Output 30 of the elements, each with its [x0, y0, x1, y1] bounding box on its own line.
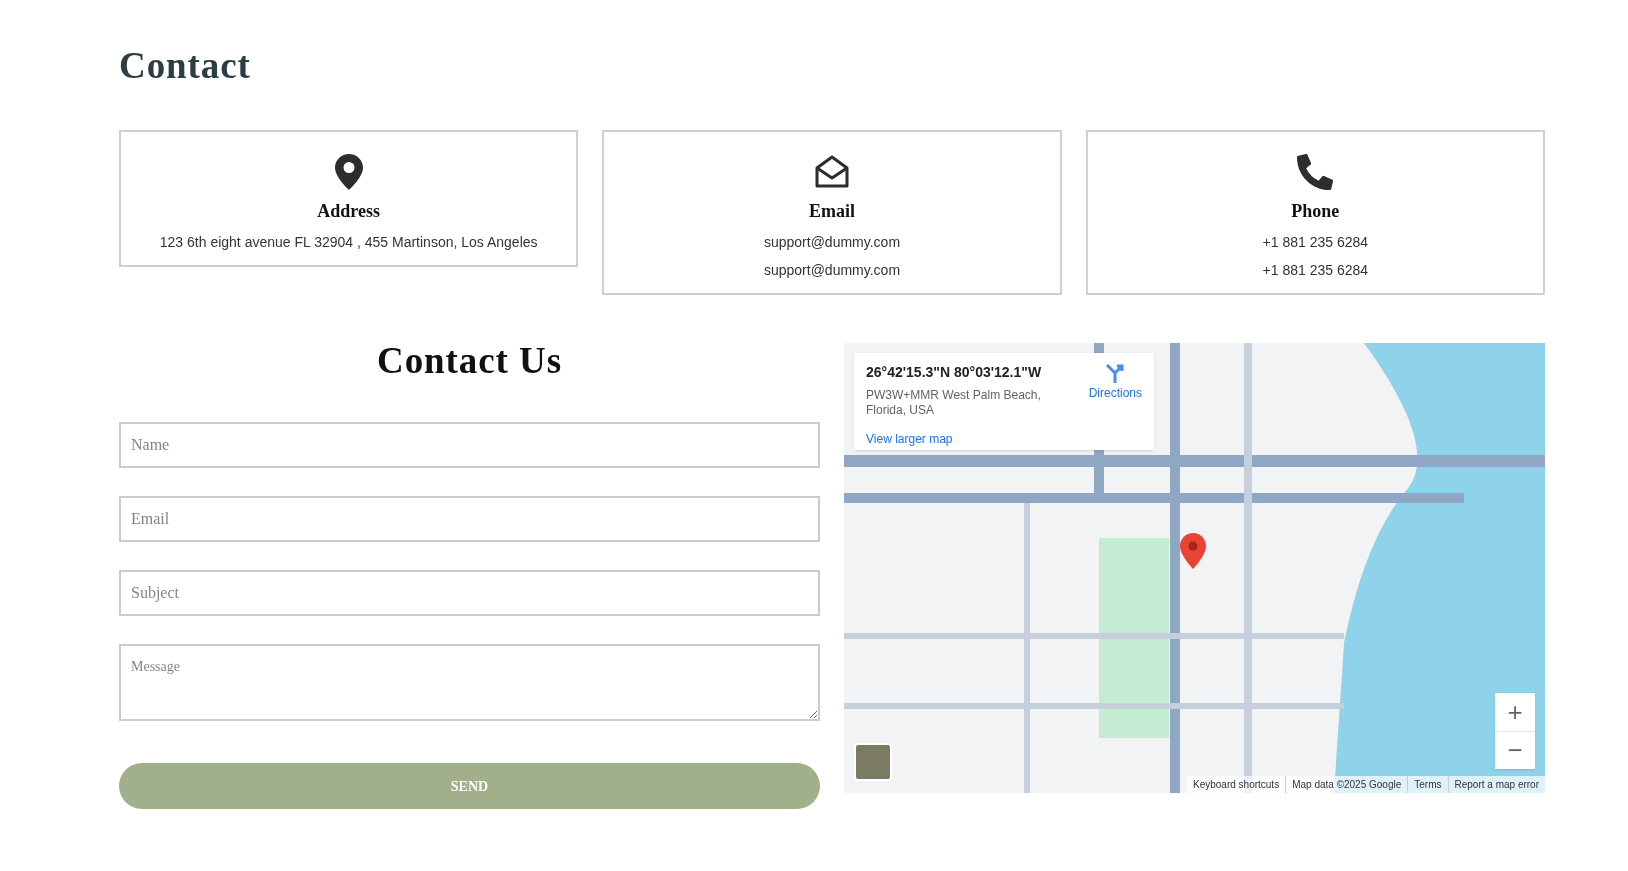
card-text: +1 881 235 6284: [1262, 260, 1369, 280]
card-title: Address: [317, 199, 380, 223]
zoom-out-button[interactable]: −: [1495, 730, 1535, 769]
form-title: Contact Us: [377, 338, 562, 383]
coordinates: 26°42'15.3"N 80°03'12.1"W: [866, 362, 1042, 382]
map-footer-link[interactable]: Report a map error: [1447, 775, 1545, 793]
directions-link[interactable]: Directions: [1088, 361, 1142, 402]
phone-icon: [1297, 153, 1334, 190]
input-field[interactable]: Email: [119, 496, 820, 542]
message-field[interactable]: Message: [119, 644, 820, 721]
card-text: +1 881 235 6284: [1262, 232, 1369, 252]
card-text: support@dummy.com: [763, 260, 901, 280]
open-envelope-icon: [814, 153, 850, 190]
directions-icon: [1104, 361, 1127, 384]
card-title: Phone: [1291, 199, 1340, 223]
map-pin-icon: [1180, 532, 1206, 569]
card-text: support@dummy.com: [763, 232, 901, 252]
photo-placeholder: [854, 742, 892, 781]
map-footer-link[interactable]: Terms: [1407, 775, 1448, 793]
place-address: PW3W+MMR West Palm Beach, Florida, USA: [866, 387, 1042, 418]
map-footer-link[interactable]: Map data ©2025 Google: [1285, 775, 1408, 793]
map-footer-link[interactable]: Keyboard shortcuts: [1187, 775, 1286, 793]
page-heading: Contact: [119, 44, 251, 88]
card-text: 123 6th eight avenue FL 32904 , 455 Martinson, Los Angeles: [159, 232, 538, 252]
input-field[interactable]: Name: [119, 422, 820, 468]
view-larger-map-link[interactable]: View larger map: [866, 429, 953, 448]
location-pin-icon: [334, 153, 363, 190]
card-title: Email: [809, 199, 855, 223]
input-field[interactable]: Subject: [119, 570, 820, 616]
zoom-in-button[interactable]: +: [1495, 692, 1535, 731]
